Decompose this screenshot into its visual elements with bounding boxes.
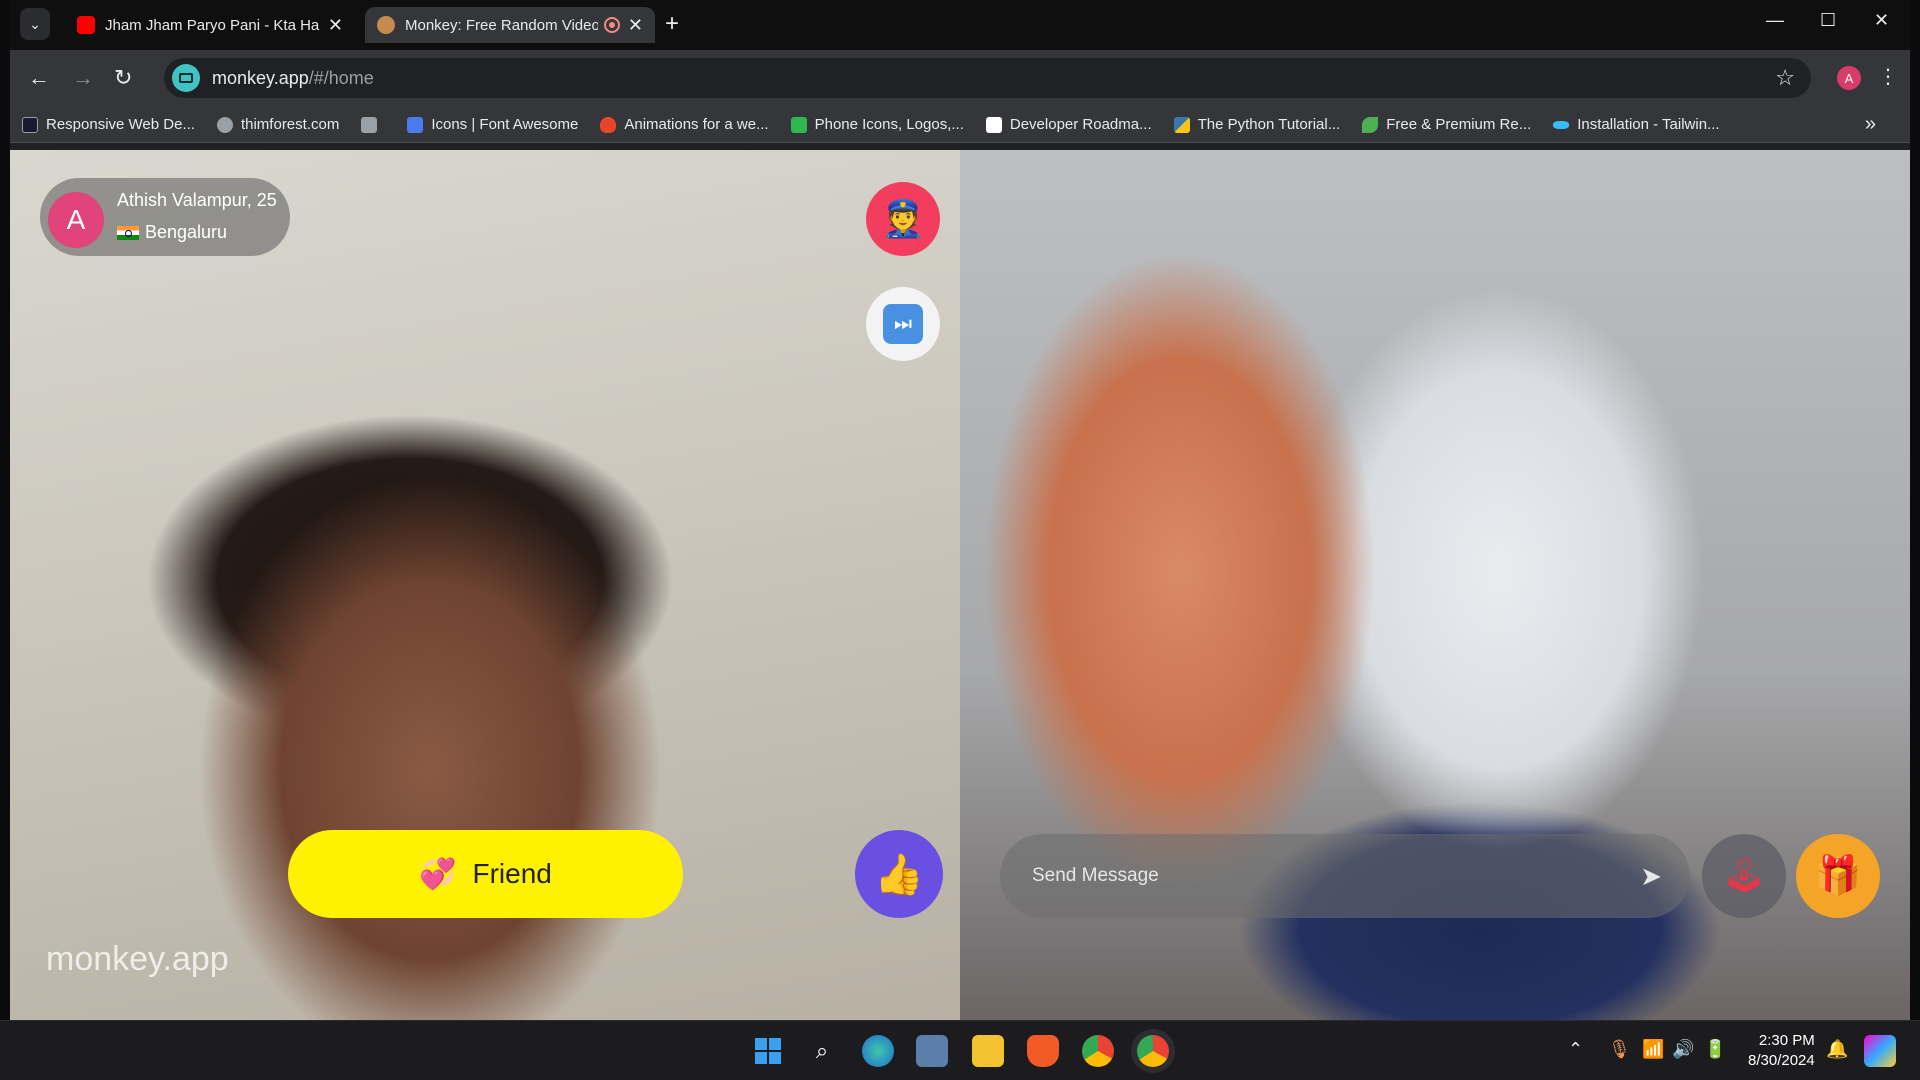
remote-video: A Athish Valampur, 25 Bengaluru 👮 ⏭ 💞 Fr… bbox=[10, 150, 960, 1020]
flame-icon bbox=[600, 116, 617, 133]
leaf-icon bbox=[1362, 116, 1379, 133]
chrome-icon[interactable] bbox=[1082, 1035, 1114, 1067]
bookmark-item[interactable]: thimforest.com bbox=[216, 116, 339, 133]
thumbs-up-icon: 👍 bbox=[874, 852, 924, 897]
forward-arrow-icon[interactable]: → bbox=[72, 65, 94, 91]
watermark: monkey.app bbox=[46, 940, 229, 978]
minimize-icon[interactable]: — bbox=[1766, 10, 1784, 31]
bookmarks-bar: Responsive Web De... thimforest.com Icon… bbox=[10, 107, 1910, 143]
more-menu-icon[interactable]: ⋮ bbox=[1878, 64, 1898, 89]
skip-button[interactable]: ⏭ bbox=[866, 287, 940, 361]
user-info-pill[interactable]: A Athish Valampur, 25 Bengaluru bbox=[40, 178, 290, 256]
edge-icon[interactable] bbox=[862, 1035, 894, 1067]
india-flag-icon bbox=[117, 225, 139, 240]
wifi-icon[interactable]: 📶 bbox=[1642, 1039, 1664, 1060]
close-window-icon[interactable]: ✕ bbox=[1874, 10, 1889, 31]
bookmark-item[interactable]: Installation - Tailwin... bbox=[1553, 116, 1720, 133]
heart-icon: 💞 bbox=[419, 857, 457, 891]
maximize-icon[interactable]: ☐ bbox=[1820, 10, 1836, 31]
flag-icon bbox=[407, 116, 424, 133]
gift-icon: 🎁 bbox=[1814, 855, 1862, 897]
bookmark-item[interactable]: Developer Roadma... bbox=[985, 116, 1152, 133]
friend-label: Friend bbox=[472, 858, 552, 889]
bookmark-star-icon[interactable]: ☆ bbox=[1775, 65, 1795, 91]
like-button[interactable]: 👍 bbox=[855, 830, 943, 918]
recording-icon bbox=[603, 17, 620, 33]
site-info-icon[interactable] bbox=[172, 64, 200, 92]
snipping-tool-icon[interactable] bbox=[916, 1035, 948, 1067]
tailwind-icon bbox=[1553, 120, 1570, 129]
avatar: A bbox=[48, 192, 104, 248]
next-track-icon: ⏭ bbox=[883, 304, 923, 344]
copilot-icon[interactable] bbox=[1864, 1035, 1896, 1067]
browser-window: ⌄ Jham Jham Paryo Pani - Kta Har ✕ Monke… bbox=[10, 0, 1910, 1020]
file-explorer-icon[interactable] bbox=[972, 1035, 1004, 1067]
message-input[interactable] bbox=[1032, 865, 1641, 887]
joystick-icon: 🕹 bbox=[1722, 857, 1766, 895]
tab-bar: ⌄ Jham Jham Paryo Pani - Kta Har ✕ Monke… bbox=[10, 0, 1910, 50]
bookmark-item[interactable]: The Python Tutorial... bbox=[1173, 116, 1340, 133]
user-name: Athish Valampur, 25 bbox=[117, 190, 277, 210]
contact-icon bbox=[361, 116, 378, 133]
battery-icon[interactable]: 🔋 bbox=[1704, 1039, 1726, 1060]
more-bookmarks-icon[interactable]: » bbox=[1865, 113, 1876, 136]
python-icon bbox=[1173, 116, 1190, 133]
monkey-icon bbox=[377, 16, 395, 34]
local-video: ➤ 🕹 🎁 bbox=[960, 150, 1910, 1020]
url-text[interactable]: monkey.app/#/home bbox=[212, 68, 374, 89]
notification-bell-icon[interactable]: 🔔 bbox=[1826, 1039, 1848, 1060]
youtube-icon bbox=[77, 16, 95, 34]
tab-youtube[interactable]: Jham Jham Paryo Pani - Kta Har ✕ bbox=[65, 7, 355, 43]
microphone-icon[interactable]: 🎙 bbox=[1608, 1039, 1631, 1060]
report-button[interactable]: 👮 bbox=[866, 182, 940, 256]
add-friend-button[interactable]: 💞 Friend bbox=[288, 830, 683, 918]
gift-button[interactable]: 🎁 bbox=[1796, 834, 1880, 918]
chrome-profile-icon[interactable] bbox=[1137, 1035, 1169, 1067]
profile-avatar[interactable]: A bbox=[1837, 66, 1861, 90]
roadmap-icon bbox=[985, 116, 1002, 133]
browser-toolbar: ← → ↻ monkey.app/#/home ☆ A ⋮ bbox=[10, 50, 1910, 107]
back-arrow-icon[interactable]: ← bbox=[28, 65, 50, 91]
send-icon[interactable]: ➤ bbox=[1640, 861, 1662, 892]
tab-title: Monkey: Free Random Video Chat bbox=[405, 16, 598, 34]
volume-icon[interactable]: 🔊 bbox=[1672, 1039, 1694, 1060]
chevron-up-icon[interactable]: ⌃ bbox=[1568, 1039, 1583, 1060]
brave-icon[interactable] bbox=[1027, 1035, 1059, 1067]
square-icon bbox=[790, 116, 807, 133]
bookmark-item[interactable]: Phone Icons, Logos,... bbox=[790, 116, 964, 133]
windows-start-icon[interactable] bbox=[752, 1035, 784, 1067]
tab-title: Jham Jham Paryo Pani - Kta Har bbox=[105, 16, 320, 34]
bookmark-item[interactable]: Free & Premium Re... bbox=[1362, 116, 1531, 133]
bookmark-item[interactable]: Responsive Web De... bbox=[22, 116, 195, 133]
user-location: Bengaluru bbox=[117, 222, 227, 243]
system-clock[interactable]: 2:30 PM 8/30/2024 bbox=[1748, 1031, 1815, 1071]
search-icon[interactable]: ⌕ bbox=[806, 1035, 838, 1067]
close-tab-icon[interactable]: ✕ bbox=[628, 15, 643, 36]
code-icon bbox=[22, 116, 38, 133]
games-button[interactable]: 🕹 bbox=[1702, 834, 1786, 918]
tab-monkey[interactable]: Monkey: Free Random Video Chat ✕ bbox=[365, 7, 655, 43]
close-tab-icon[interactable]: ✕ bbox=[328, 15, 343, 36]
bookmark-item[interactable]: Animations for a we... bbox=[600, 116, 769, 133]
globe-icon bbox=[216, 116, 233, 133]
police-officer-icon: 👮 bbox=[880, 198, 926, 239]
bookmark-item[interactable]: Icons | Font Awesome bbox=[407, 116, 578, 133]
new-tab-button[interactable]: + bbox=[665, 10, 679, 38]
address-bar[interactable]: monkey.app/#/home ☆ bbox=[164, 58, 1811, 98]
bookmark-item[interactable] bbox=[361, 116, 385, 133]
reload-icon[interactable]: ↻ bbox=[114, 65, 132, 91]
tab-search-button[interactable]: ⌄ bbox=[20, 8, 50, 40]
page-content: A Athish Valampur, 25 Bengaluru 👮 ⏭ 💞 Fr… bbox=[10, 150, 1910, 1020]
taskbar: ⌕ ⌃ 🎙 📶 🔊 🔋 2:30 PM 8/30/2024 🔔 bbox=[0, 1020, 1920, 1080]
message-bar: ➤ bbox=[1000, 834, 1690, 918]
